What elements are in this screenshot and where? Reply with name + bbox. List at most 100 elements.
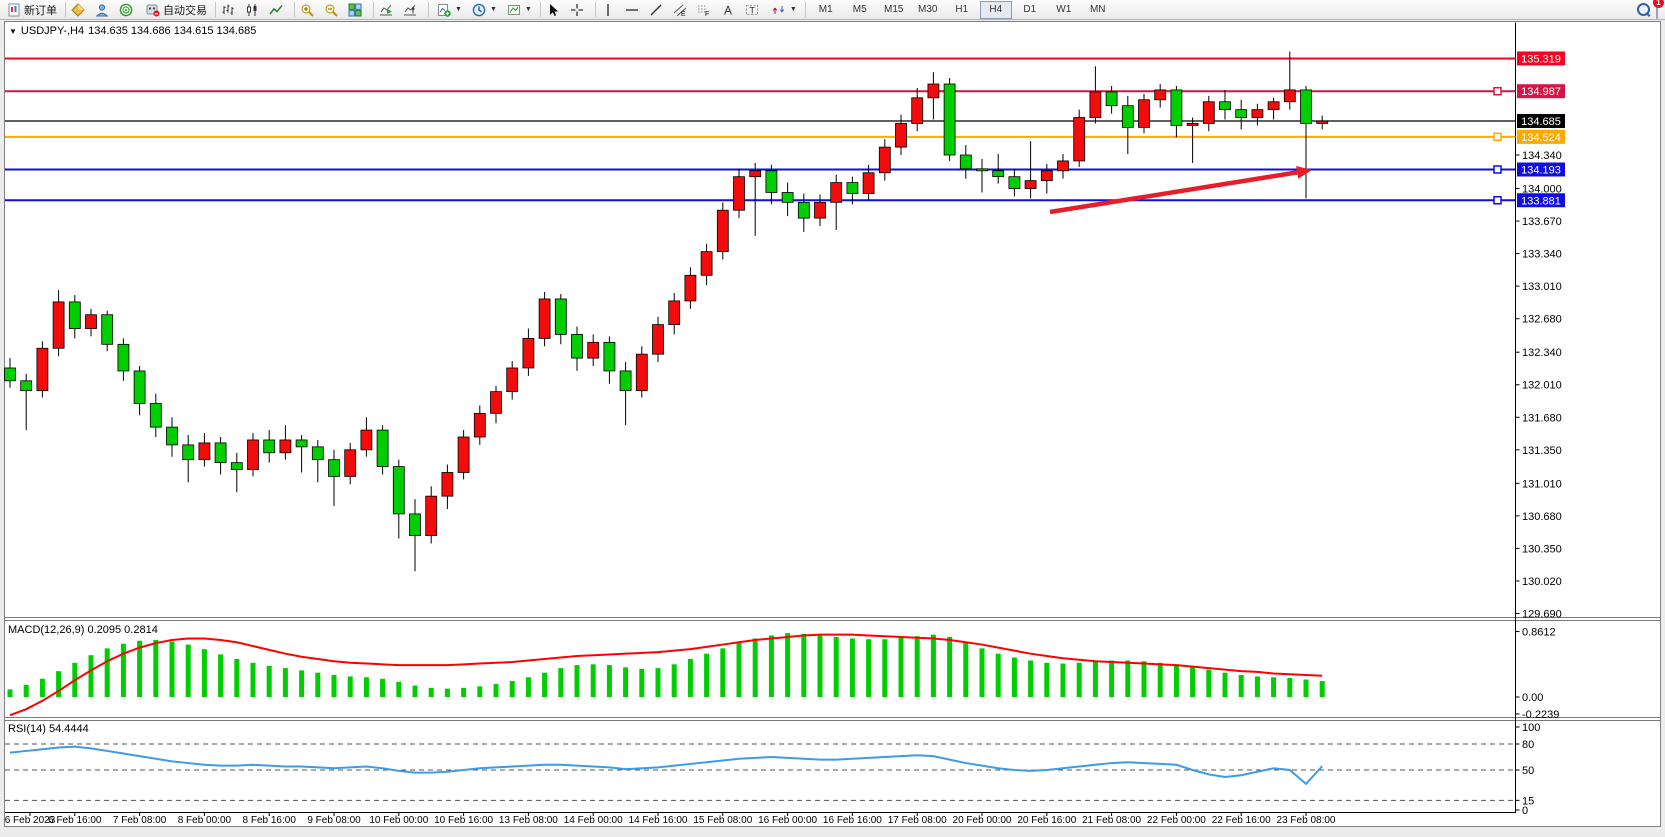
line-handle[interactable] [1494, 166, 1501, 173]
candle[interactable] [410, 514, 421, 536]
chart-shift-icon[interactable] [402, 2, 424, 18]
candle[interactable] [653, 325, 664, 355]
candle[interactable] [1220, 102, 1231, 110]
vertical-line-tool-icon[interactable] [600, 2, 622, 18]
candle[interactable] [69, 302, 80, 329]
cursor-icon[interactable] [545, 2, 567, 18]
auto-scroll-icon[interactable] [378, 2, 400, 18]
candle[interactable] [588, 342, 599, 358]
candle[interactable] [782, 192, 793, 202]
tile-windows-icon[interactable] [347, 2, 369, 18]
candle[interactable] [296, 440, 307, 447]
candle[interactable] [879, 147, 890, 173]
candle[interactable] [717, 210, 728, 251]
candle[interactable] [86, 315, 97, 329]
candle[interactable] [1171, 90, 1182, 125]
candle[interactable] [1317, 121, 1328, 123]
candle[interactable] [685, 275, 696, 301]
new-order-button[interactable]: 新订单 [3, 0, 61, 19]
candle[interactable] [669, 301, 680, 325]
periods-button[interactable]: ▼ [468, 0, 501, 19]
candle[interactable] [734, 177, 745, 211]
timeframe-button-M15[interactable]: M15 [878, 1, 910, 19]
price-chart[interactable]: 134.340134.000133.670133.340133.010132.6… [0, 0, 1665, 837]
charts-gold-icon[interactable] [70, 2, 92, 18]
candle[interactable] [183, 445, 194, 460]
candle[interactable] [555, 299, 566, 334]
candle[interactable] [1284, 90, 1295, 102]
candle[interactable] [5, 368, 16, 381]
line-chart-icon[interactable] [268, 2, 290, 18]
candle[interactable] [815, 202, 826, 218]
candle[interactable] [199, 443, 210, 460]
candle[interactable] [167, 427, 178, 445]
candle[interactable] [458, 437, 469, 472]
candle[interactable] [1252, 110, 1263, 118]
collapse-triangle-icon[interactable]: ▼ [9, 27, 17, 36]
candle[interactable] [604, 342, 615, 371]
line-handle[interactable] [1494, 133, 1501, 140]
candle[interactable] [1139, 100, 1150, 128]
candle[interactable] [766, 171, 777, 193]
fibonacci-tool-icon[interactable]: F [696, 2, 718, 18]
trendline-tool-icon[interactable] [648, 2, 670, 18]
candle[interactable] [1268, 102, 1279, 110]
candle[interactable] [377, 430, 388, 466]
candle[interactable] [863, 173, 874, 194]
candle[interactable] [21, 381, 32, 391]
arrows-tool-button[interactable]: ▼ [768, 0, 801, 19]
candle[interactable] [426, 496, 437, 535]
candle[interactable] [474, 413, 485, 437]
profile-icon[interactable] [94, 2, 116, 18]
candle[interactable] [1074, 118, 1085, 161]
candle[interactable] [118, 344, 129, 371]
timeframe-button-W1[interactable]: W1 [1048, 1, 1080, 19]
timeframe-button-D1[interactable]: D1 [1014, 1, 1046, 19]
search-icon[interactable] [1637, 3, 1650, 16]
candlestick-chart-icon[interactable] [244, 2, 266, 18]
candle[interactable] [960, 155, 971, 169]
candle[interactable] [361, 430, 372, 450]
candle[interactable] [345, 450, 356, 477]
candle[interactable] [280, 440, 291, 453]
candle[interactable] [248, 440, 259, 470]
templates-button[interactable]: ▼ [503, 0, 536, 19]
candle[interactable] [896, 123, 907, 147]
candle[interactable] [1236, 110, 1247, 118]
candle[interactable] [312, 447, 323, 460]
candle[interactable] [701, 252, 712, 276]
zoom-in-icon[interactable] [299, 2, 321, 18]
candle[interactable] [1009, 177, 1020, 189]
candle[interactable] [523, 338, 534, 368]
zoom-out-icon[interactable] [323, 2, 345, 18]
candle[interactable] [798, 202, 809, 218]
candle[interactable] [134, 371, 145, 404]
candle[interactable] [150, 403, 161, 427]
candle[interactable] [1090, 92, 1101, 118]
candle[interactable] [1187, 123, 1198, 125]
indicators-button[interactable]: ▼ [433, 0, 466, 19]
candle[interactable] [944, 84, 955, 155]
candle[interactable] [53, 302, 64, 348]
equidistant-channel-tool-icon[interactable]: E [672, 2, 694, 18]
candle[interactable] [1041, 171, 1052, 181]
candle[interactable] [993, 171, 1004, 177]
line-handle[interactable] [1494, 197, 1501, 204]
candle[interactable] [231, 463, 242, 470]
candle[interactable] [620, 371, 631, 391]
candle[interactable] [442, 472, 453, 496]
candle[interactable] [572, 334, 583, 358]
candle[interactable] [1106, 92, 1117, 106]
autotrade-button[interactable]: 自动交易 [142, 0, 211, 19]
notifications-button[interactable]: 1 [1656, 1, 1658, 19]
candle[interactable] [1155, 90, 1166, 100]
candle[interactable] [491, 392, 502, 414]
timeframe-button-M30[interactable]: M30 [912, 1, 944, 19]
candle[interactable] [264, 440, 275, 453]
bar-chart-icon[interactable] [220, 2, 242, 18]
candle[interactable] [847, 183, 858, 194]
candle[interactable] [977, 169, 988, 171]
timeframe-button-M1[interactable]: M1 [810, 1, 842, 19]
candle[interactable] [750, 171, 761, 177]
timeframe-button-H4[interactable]: H4 [980, 1, 1012, 19]
